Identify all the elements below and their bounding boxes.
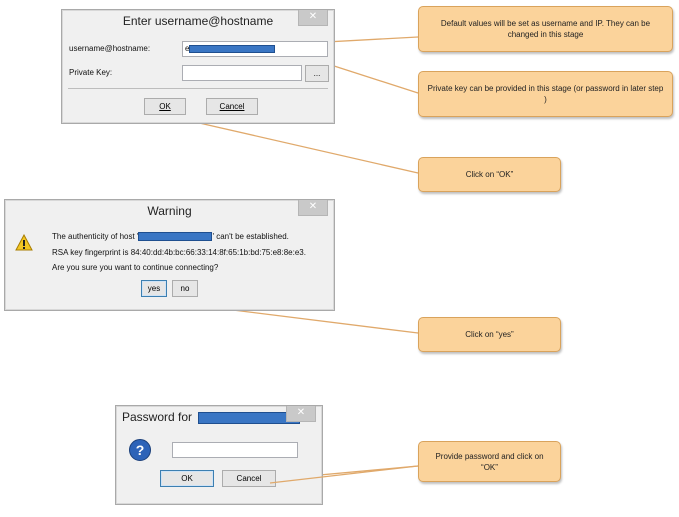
- continue-question: Are you sure you want to continue connec…: [52, 263, 219, 272]
- close-button[interactable]: ✕: [298, 200, 328, 216]
- yes-button[interactable]: yes: [141, 280, 167, 297]
- authenticity-suffix: ' can't be established.: [212, 232, 289, 241]
- warning-dialog: Warning ✕ The authenticity of host ' ' ca…: [4, 199, 335, 311]
- authenticity-text: The authenticity of host ' ' can't be est…: [52, 232, 289, 242]
- fingerprint-text: RSA key fingerprint is 84:40:dd:4b:bc:66…: [52, 248, 306, 257]
- private-key-label: Private Key:: [69, 68, 113, 77]
- ok-button[interactable]: OK: [160, 470, 214, 487]
- dialog-title: Enter username@hostname: [122, 14, 274, 28]
- callout-click-ok: Click on “OK”: [418, 157, 561, 192]
- password-dialog: Password for ✕ ? OK Cancel: [115, 405, 323, 505]
- separator: [68, 88, 328, 89]
- password-title-prefix: Password for: [122, 410, 193, 424]
- cancel-button[interactable]: Cancel: [206, 98, 258, 115]
- cancel-button[interactable]: Cancel: [222, 470, 276, 487]
- username-label: username@hostname:: [69, 44, 151, 53]
- enter-hostname-dialog: Enter username@hostname ✕ username@hostn…: [61, 9, 335, 124]
- callout-default-values: Default values will be set as username a…: [418, 6, 673, 52]
- question-icon: ?: [129, 439, 151, 461]
- warning-triangle-icon: [15, 233, 33, 252]
- private-key-field[interactable]: [182, 65, 302, 81]
- connector-line: [194, 121, 419, 174]
- ok-button[interactable]: OK: [144, 98, 186, 115]
- no-button[interactable]: no: [172, 280, 198, 297]
- close-button[interactable]: ✕: [286, 406, 316, 422]
- callout-private-key: Private key can be provided in this stag…: [418, 71, 673, 117]
- browse-button[interactable]: ...: [305, 65, 329, 82]
- redacted-host: [138, 232, 213, 242]
- password-field[interactable]: [172, 442, 298, 458]
- callout-click-yes: Click on “yes”: [418, 317, 561, 352]
- authenticity-prefix: The authenticity of host ': [52, 232, 139, 241]
- username-field[interactable]: e: [182, 41, 328, 57]
- callout-provide-password: Provide password and click on “OK”: [418, 441, 561, 482]
- close-button[interactable]: ✕: [298, 10, 328, 26]
- redacted-username: [189, 45, 275, 53]
- dialog-title: Warning: [147, 204, 192, 218]
